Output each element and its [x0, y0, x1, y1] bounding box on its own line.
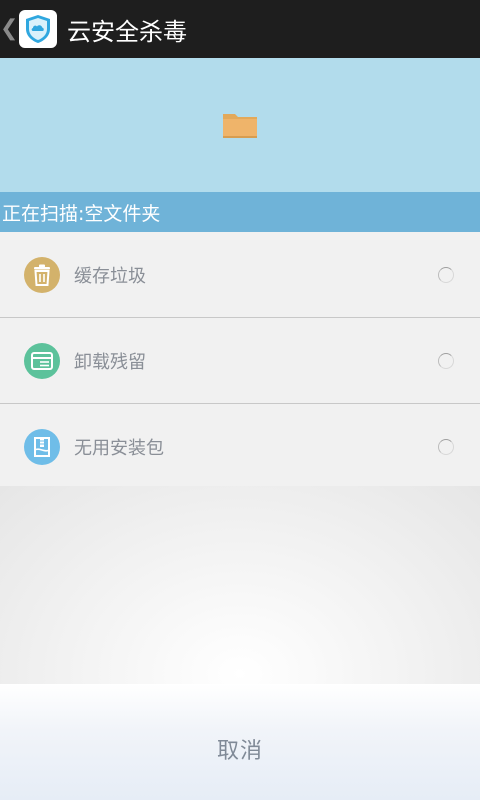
- package-icon: [24, 428, 60, 465]
- title-bar: ❮ 云安全杀毒: [0, 0, 480, 58]
- list-item-uninstall-residue[interactable]: 卸载残留: [0, 318, 480, 403]
- loading-spinner-icon: [438, 266, 454, 283]
- shield-cloud-icon[interactable]: [19, 10, 57, 48]
- scan-category-list: 缓存垃圾 卸载残留 无用安装包: [0, 232, 480, 489]
- app-title: 云安全杀毒: [67, 17, 187, 46]
- scan-animation-area: [0, 58, 480, 192]
- list-item-label: 无用安装包: [74, 437, 164, 459]
- trash-icon: [24, 256, 60, 293]
- empty-background: [0, 486, 480, 684]
- list-item-label: 缓存垃圾: [74, 265, 146, 287]
- list-item-label: 卸载残留: [74, 351, 146, 373]
- scan-status-text: 正在扫描:空文件夹: [2, 202, 161, 225]
- list-item-useless-packages[interactable]: 无用安装包: [0, 404, 480, 489]
- card-icon: [24, 342, 60, 379]
- loading-spinner-icon: [438, 352, 454, 369]
- loading-spinner-icon: [438, 438, 454, 455]
- bottom-bar: 取消: [0, 684, 480, 800]
- chevron-left-icon[interactable]: ❮: [0, 0, 18, 58]
- scan-status-bar: 正在扫描:空文件夹: [0, 192, 480, 232]
- cancel-button[interactable]: 取消: [177, 713, 303, 785]
- folder-icon: [222, 110, 258, 140]
- list-item-cache-junk[interactable]: 缓存垃圾: [0, 232, 480, 317]
